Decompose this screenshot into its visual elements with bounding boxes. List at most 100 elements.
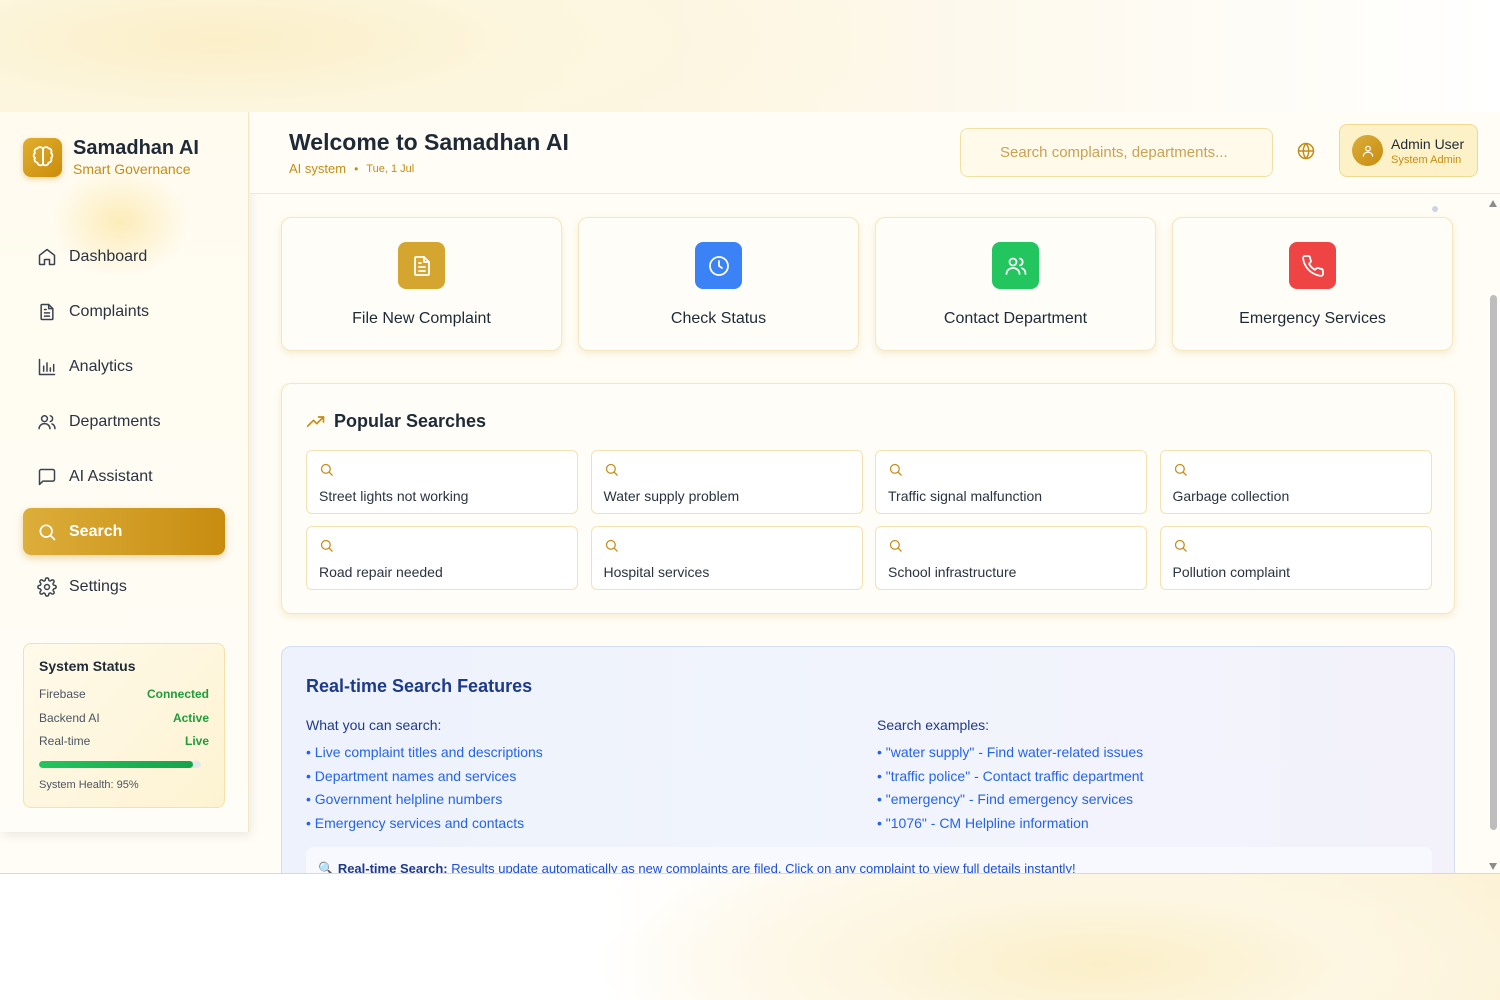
sidebar-item-analytics[interactable]: Analytics	[23, 343, 225, 390]
popular-search-item[interactable]: Pollution complaint	[1159, 526, 1432, 590]
action-label: Check Status	[670, 310, 767, 327]
search-icon	[889, 463, 902, 476]
popular-search-item[interactable]: Traffic signal malfunction	[875, 450, 1147, 514]
clock-icon	[708, 255, 729, 276]
user-role: System Admin	[1391, 153, 1462, 166]
popular-search-item[interactable]: Hospital services	[590, 526, 863, 590]
popular-search-label: Garbage collection	[1172, 488, 1290, 504]
scroll-thumb[interactable]	[1490, 295, 1497, 830]
system-status-card: System Status Firebase Connected Backend…	[23, 643, 225, 808]
action-icon-bg	[1289, 242, 1336, 289]
note-bold: Real-time Search:	[337, 861, 448, 873]
sidebar-item-label: Search	[69, 522, 123, 540]
file-text-icon	[40, 303, 54, 320]
sidebar-item-search[interactable]: Search	[23, 508, 225, 555]
sidebar-nav: Dashboard Complaints Analytics Departmen…	[23, 233, 225, 618]
realtime-note: 🔍 Real-time Search: Results update autom…	[306, 847, 1432, 873]
popular-searches-panel: Popular Searches Street lights not worki…	[281, 383, 1455, 614]
sidebar-item-departments[interactable]: Departments	[23, 398, 225, 445]
sidebar-item-settings[interactable]: Settings	[23, 563, 225, 610]
feature-item: • Emergency services and contacts	[306, 814, 525, 831]
scroll-down-arrow-icon[interactable]	[1489, 863, 1497, 870]
popular-search-label: Road repair needed	[319, 564, 443, 580]
features-title: Real-time Search Features	[306, 676, 533, 696]
magnifier-icon: 🔍	[318, 861, 335, 873]
popular-search-list: Street lights not working Water supply p…	[306, 450, 1432, 590]
message-square-icon	[38, 468, 56, 485]
popular-search-item[interactable]: Road repair needed	[306, 526, 578, 590]
sidebar-item-label: Dashboard	[69, 247, 148, 265]
search-input[interactable]: Search complaints, departments...	[960, 128, 1273, 177]
feature-item: • Government helpline numbers	[306, 791, 503, 807]
popular-search-item[interactable]: Garbage collection	[1159, 450, 1432, 514]
sidebar-item-complaints[interactable]: Complaints	[23, 288, 225, 335]
popular-search-item[interactable]: Street lights not working	[306, 450, 578, 514]
sidebar-item-label: Complaints	[69, 302, 150, 320]
gear-icon	[37, 576, 57, 597]
sidebar: Samadhan AI Smart Governance Dashboard C…	[0, 112, 249, 832]
popular-search-label: Street lights not working	[319, 488, 469, 504]
action-icon-bg	[695, 242, 742, 289]
popular-search-label: Pollution complaint	[1172, 564, 1291, 580]
search-icon	[1174, 463, 1187, 476]
header-subline: AI system • Tue, 1 Jul	[289, 161, 414, 176]
trending-up-icon	[306, 415, 325, 427]
example-item: • "1076" - CM Helpline information	[877, 814, 1089, 831]
feature-item: • Live complaint titles and descriptions	[306, 744, 543, 760]
health-text: System Health: 95%	[39, 778, 139, 791]
features-left-heading: What you can search:	[306, 717, 442, 733]
search-icon	[1174, 539, 1187, 552]
home-icon	[38, 248, 56, 265]
system-label: AI system	[289, 161, 347, 176]
main-scrollbar[interactable]	[1487, 195, 1500, 873]
brain-icon	[23, 137, 62, 177]
sidebar-item-dashboard[interactable]: Dashboard	[23, 233, 225, 280]
file-new-complaint-button[interactable]: File New Complaint	[281, 217, 562, 351]
search-icon	[320, 539, 333, 552]
status-value: Live	[184, 734, 209, 748]
sidebar-item-label: AI Assistant	[69, 467, 153, 485]
check-status-button[interactable]: Check Status	[578, 217, 859, 351]
search-icon	[39, 524, 56, 540]
popular-search-item[interactable]: School infrastructure	[875, 526, 1147, 590]
popular-search-item[interactable]: Water supply problem	[590, 450, 863, 514]
bar-chart-icon	[38, 358, 56, 375]
app-window: Samadhan AI Smart Governance Dashboard C…	[0, 112, 1500, 873]
status-label: Firebase	[39, 687, 86, 701]
sidebar-item-label: Analytics	[69, 357, 134, 375]
sidebar-item-label: Departments	[69, 412, 161, 430]
action-label: Contact Department	[943, 310, 1088, 327]
status-label: Backend AI	[39, 710, 100, 725]
scroll-up-arrow-icon[interactable]	[1489, 200, 1497, 207]
popular-search-label: Traffic signal malfunction	[888, 488, 1043, 504]
popular-searches-title: Popular Searches	[306, 411, 486, 432]
background-top	[0, 0, 1500, 112]
user-icon	[1362, 145, 1373, 157]
search-icon	[605, 539, 618, 552]
quick-actions: File New Complaint Check Status Contact …	[281, 217, 1469, 351]
avatar	[1352, 135, 1383, 166]
emergency-services-button[interactable]: Emergency Services	[1172, 217, 1453, 351]
indicator-dot	[1432, 206, 1438, 212]
user-name: Admin User	[1391, 135, 1465, 152]
contact-department-button[interactable]: Contact Department	[875, 217, 1156, 351]
globe-icon[interactable]	[1296, 141, 1316, 166]
health-progress-bar	[39, 760, 201, 768]
search-icon	[320, 463, 333, 476]
status-row-backend-ai: Backend AI Active	[39, 711, 209, 735]
popular-title-text: Popular Searches	[334, 411, 487, 431]
features-left-column: What you can search: • Live complaint ti…	[306, 717, 543, 838]
features-right-heading: Search examples:	[877, 717, 990, 733]
features-right-column: Search examples: • "water supply" - Find…	[877, 717, 1143, 838]
user-menu[interactable]: Admin User System Admin	[1339, 124, 1478, 177]
phone-icon	[1301, 254, 1324, 277]
status-row-firebase: Firebase Connected	[39, 687, 209, 711]
status-value: Connected	[146, 687, 209, 701]
sidebar-item-ai-assistant[interactable]: AI Assistant	[23, 453, 225, 500]
health-progress-fill	[39, 760, 193, 768]
example-item: • "water supply" - Find water-related is…	[877, 744, 1144, 760]
status-label: Real-time	[39, 734, 91, 748]
brand[interactable]: Samadhan AI Smart Governance	[23, 137, 199, 177]
brand-subtitle: Smart Governance	[73, 161, 191, 177]
action-icon-bg	[992, 242, 1039, 289]
